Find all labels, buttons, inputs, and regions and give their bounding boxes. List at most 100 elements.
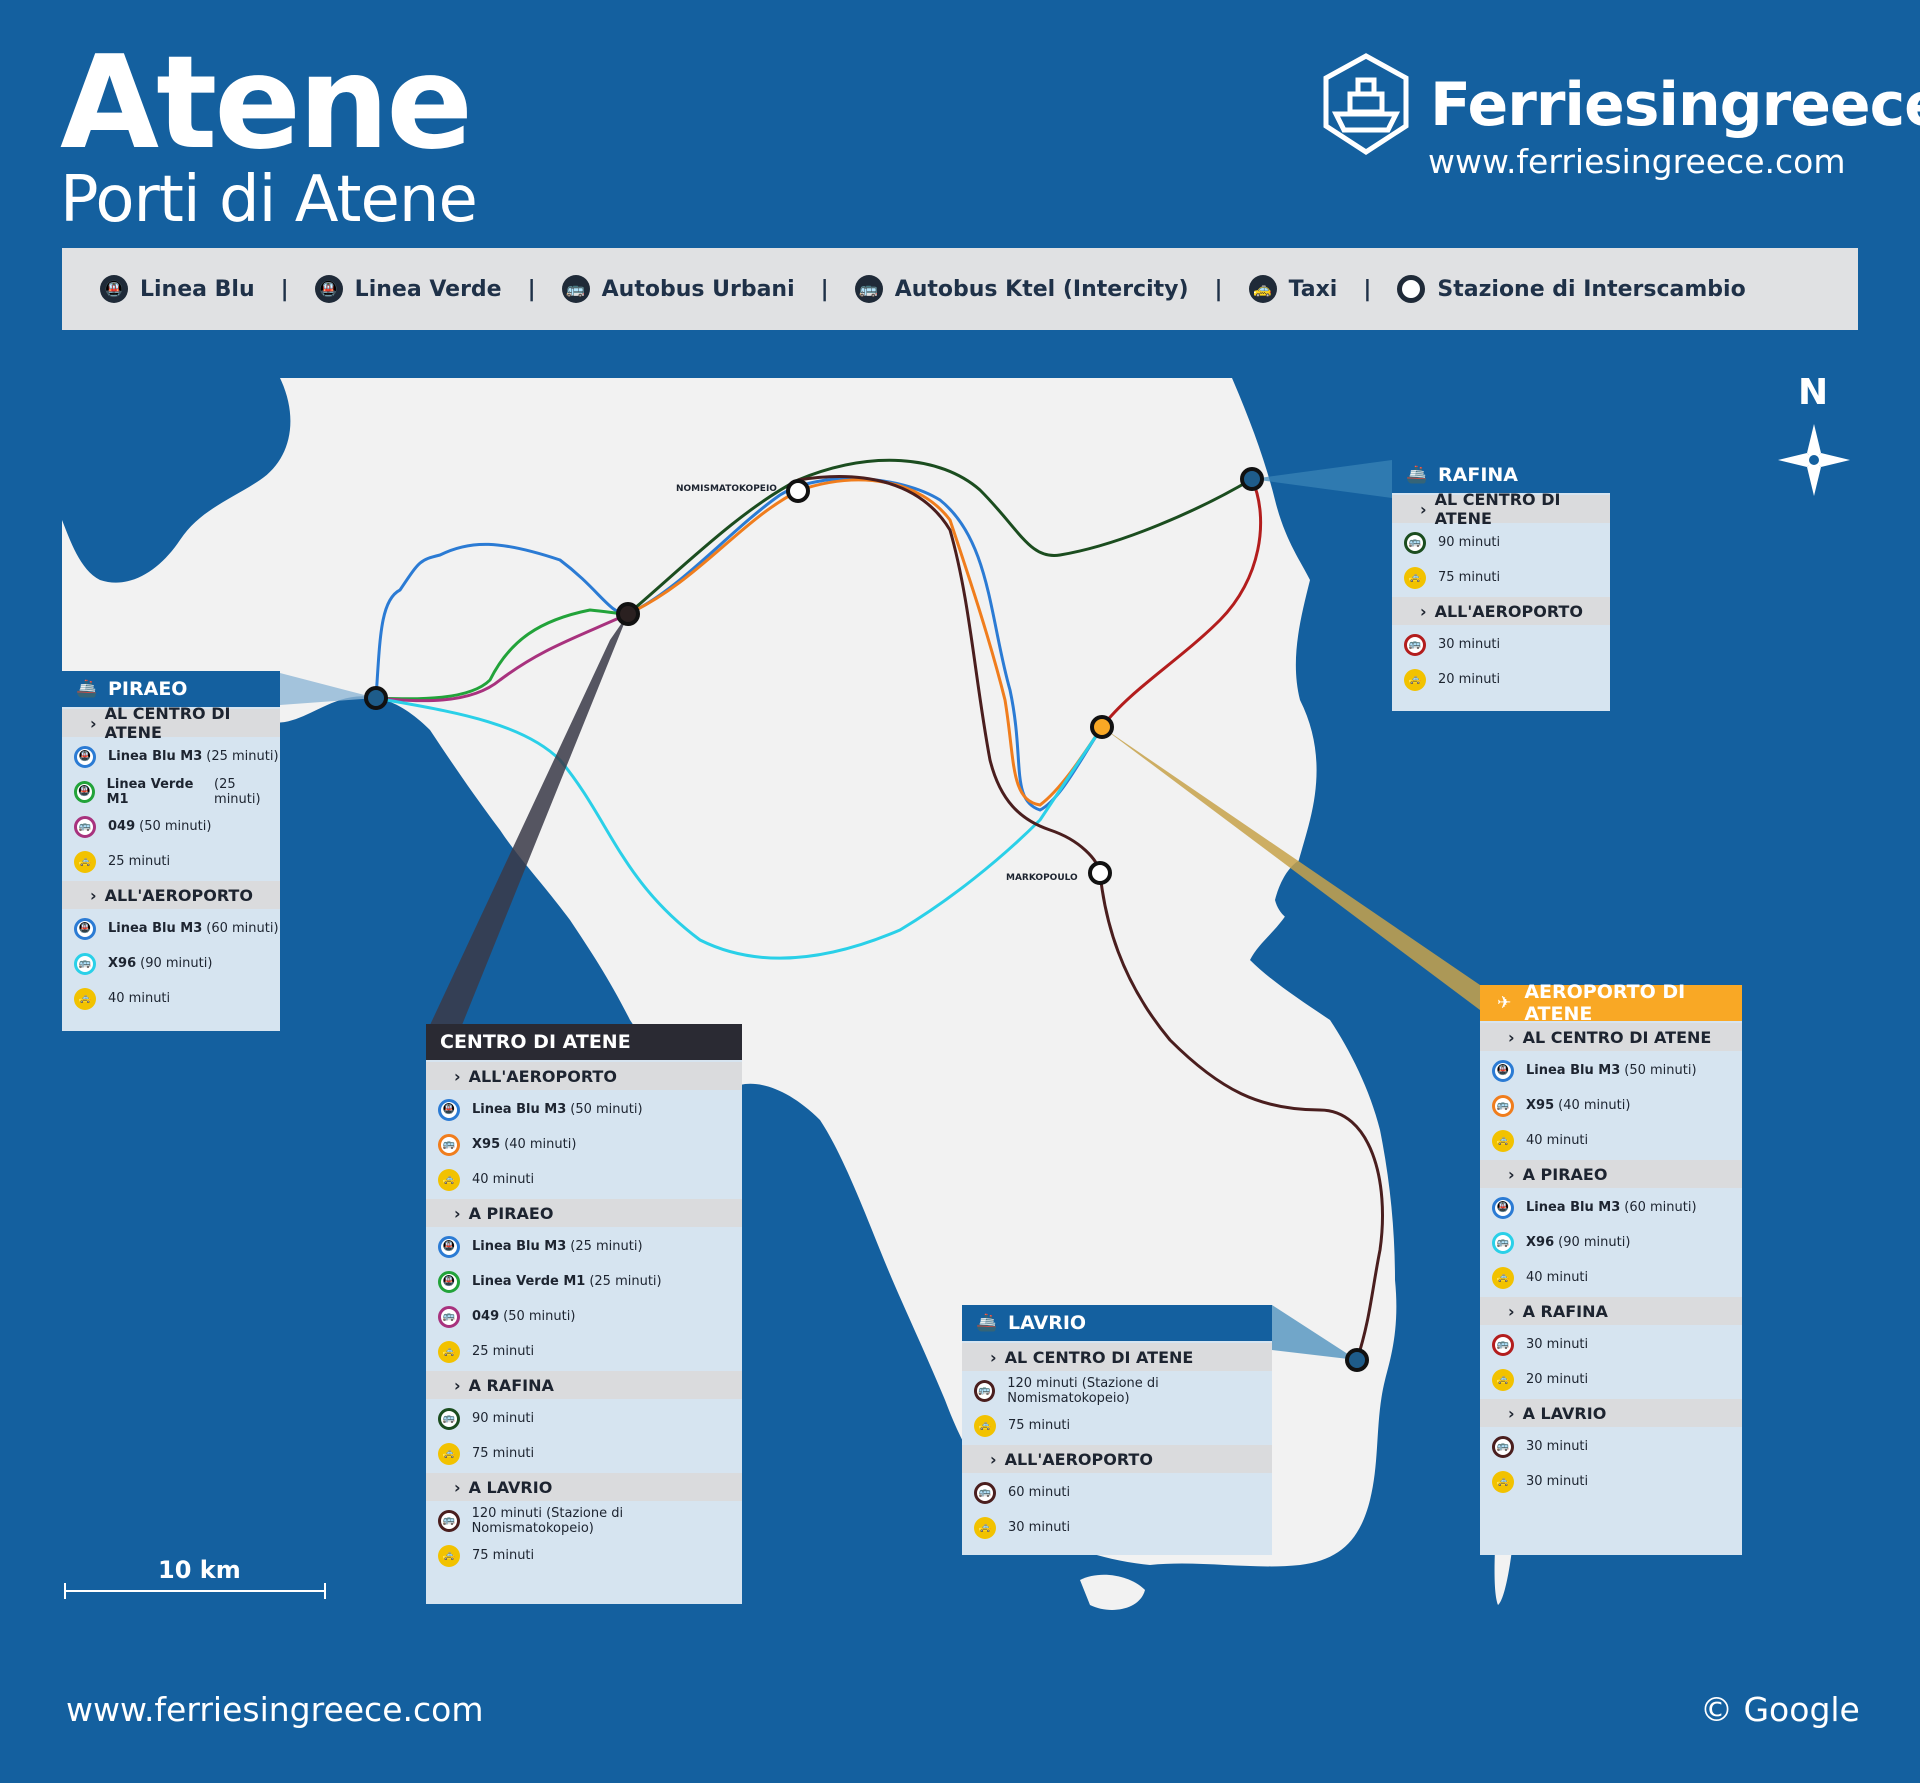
train-icon: 🚇	[1492, 1059, 1514, 1082]
route-duration: (25 minuti)	[589, 1274, 662, 1289]
legend-label: Stazione di Interscambio	[1437, 276, 1746, 302]
panel-row: 🚇 Linea Blu M3 (50 minuti)	[1480, 1053, 1742, 1088]
legend-item-taxi: 🚕 Taxi	[1248, 275, 1338, 303]
panel-row: 🚌 120 minuti (Stazione di Nomismatokopeio…	[962, 1373, 1272, 1408]
route-duration: (60 minuti)	[206, 921, 279, 936]
bus-icon: 🚌	[1404, 633, 1426, 656]
legend-item-autobus-ktel: 🚌 Autobus Ktel (Intercity)	[854, 275, 1189, 303]
panel-title-text: PIRAEO	[108, 678, 188, 700]
ship-icon: 🚢	[76, 679, 98, 699]
route-duration: 25 minuti	[108, 854, 171, 869]
route-duration: (50 minuti)	[1624, 1063, 1697, 1078]
panel-row: 🚌 X96 (90 minuti)	[62, 946, 280, 981]
panel-rafina: 🚢 RAFINA AL CENTRO DI ATENE 🚌 90 minuti 🚕 75 m…	[1392, 457, 1610, 711]
train-icon: 🚇	[74, 917, 96, 940]
bus-icon: 🚌	[74, 952, 96, 975]
page-title: Atene	[60, 29, 473, 178]
route-name: Linea Blu M3	[108, 921, 203, 936]
route-duration: 90 minuti	[1438, 535, 1501, 550]
scale-label: 10 km	[158, 1556, 241, 1584]
legend-item-stazione: Stazione di Interscambio	[1397, 275, 1746, 303]
bus-icon: 🚌	[854, 275, 883, 303]
panel-row: 🚇 Linea Verde M1 (25 minuti)	[62, 774, 280, 809]
station-ring-icon	[1397, 275, 1426, 303]
station-rafina	[1240, 467, 1264, 491]
route-duration: 30 minuti	[1526, 1474, 1589, 1489]
route-name: 049	[472, 1309, 500, 1324]
train-icon: 🚇	[1492, 1196, 1514, 1219]
panel-section-heading: ALL'AEROPORTO	[426, 1062, 742, 1090]
bus-icon: 🚌	[438, 1305, 460, 1328]
panel-row: 🚕 75 minuti	[962, 1408, 1272, 1443]
route-name: Linea Blu M3	[472, 1239, 567, 1254]
panel-row: 🚇 Linea Blu M3 (25 minuti)	[62, 739, 280, 774]
panel-row: 🚌 049 (50 minuti)	[62, 809, 280, 844]
taxi-icon: 🚕	[74, 987, 96, 1010]
bus-icon: 🚌	[1492, 1231, 1514, 1254]
taxi-icon: 🚕	[1404, 668, 1426, 691]
panel-centro: CENTRO DI ATENE ALL'AEROPORTO 🚇 Linea Blu M…	[426, 1024, 742, 1604]
panel-section-heading: AL CENTRO DI ATENE	[62, 704, 280, 742]
taxi-icon: 🚕	[974, 1516, 996, 1539]
panel-row: 🚕 75 minuti	[1392, 560, 1610, 595]
route-duration: 30 minuti	[1526, 1439, 1589, 1454]
bus-icon: 🚌	[1492, 1435, 1514, 1458]
train-icon: 🚇	[314, 275, 343, 303]
compass-icon	[1778, 424, 1850, 496]
island-south	[1080, 1574, 1145, 1610]
brand-url[interactable]: www.ferriesingreece.com	[1428, 142, 1845, 181]
taxi-icon: 🚕	[438, 1340, 460, 1363]
panel-section-heading: A RAFINA	[1480, 1297, 1742, 1325]
route-duration: (90 minuti)	[140, 956, 213, 971]
route-duration: 75 minuti	[472, 1446, 535, 1461]
route-duration: (40 minuti)	[1558, 1098, 1631, 1113]
taxi-icon: 🚕	[974, 1414, 996, 1437]
scale-tick	[64, 1583, 66, 1599]
panel-section-heading: A PIRAEO	[426, 1199, 742, 1227]
taxi-icon: 🚕	[438, 1442, 460, 1465]
panel-title: 🚢 PIRAEO	[62, 671, 280, 707]
footer-url[interactable]: www.ferriesingreece.com	[66, 1690, 483, 1729]
train-icon: 🚇	[438, 1098, 460, 1121]
brand-name: Ferriesingreece	[1430, 70, 1920, 140]
panel-section-heading: ALL'AEROPORTO	[962, 1445, 1272, 1473]
panel-row: 🚕 40 minuti	[1480, 1123, 1742, 1158]
ferry-logo-icon	[1323, 53, 1409, 155]
taxi-icon: 🚕	[1492, 1368, 1514, 1391]
panel-row: 🚕 30 minuti	[962, 1510, 1272, 1545]
panel-aeroporto: ✈ AEROPORTO DI ATENEAL CENTRO DI ATENE 🚇 Li…	[1480, 981, 1742, 1555]
route-name: Linea Verde M1	[472, 1274, 586, 1289]
station-label-markopoulo: MARKOPOULO	[1006, 873, 1078, 883]
taxi-icon: 🚕	[438, 1168, 460, 1191]
station-lavrio	[1345, 1348, 1369, 1372]
legend-separator: |	[280, 276, 289, 302]
panel-title: ✈ AEROPORTO DI ATENE	[1480, 981, 1742, 1025]
panel-title-text: RAFINA	[1438, 464, 1518, 486]
taxi-icon: 🚕	[1492, 1266, 1514, 1289]
panel-row: 🚌 90 minuti	[426, 1401, 742, 1436]
route-name: X96	[108, 956, 137, 971]
route-duration: 75 minuti	[472, 1548, 535, 1563]
page-subtitle: Porti di Atene	[60, 163, 478, 237]
legend-label: Taxi	[1288, 276, 1338, 302]
panel-row: 🚇 Linea Blu M3 (60 minuti)	[1480, 1190, 1742, 1225]
panel-piraeo: 🚢 PIRAEO AL CENTRO DI ATENE🚇Linea Blu M3(2…	[62, 671, 280, 1031]
route-duration: 75 minuti	[1008, 1418, 1071, 1433]
panel-title: 🚢 LAVRIO	[962, 1305, 1272, 1341]
route-duration: 40 minuti	[108, 991, 171, 1006]
route-duration: 120 minuti (Stazione di Nomismatokopeio)	[1007, 1375, 1159, 1406]
station-centro	[616, 602, 640, 626]
panel-row: 🚇 Linea Blu M3 (50 minuti)	[426, 1092, 742, 1127]
route-duration: 30 minuti	[1008, 1520, 1071, 1535]
route-duration: 25 minuti	[472, 1344, 535, 1359]
train-icon: 🚇	[74, 780, 95, 803]
bus-icon: 🚌	[561, 275, 590, 303]
route-duration: 40 minuti	[1526, 1270, 1589, 1285]
bus-icon: 🚌	[438, 1407, 460, 1430]
route-duration: (60 minuti)	[1624, 1200, 1697, 1215]
panel-row: 🚌 X95 (40 minuti)	[1480, 1088, 1742, 1123]
legend-label: Autobus Ktel (Intercity)	[894, 276, 1189, 302]
bus-icon: 🚌	[438, 1133, 460, 1156]
plane-icon: ✈	[1497, 993, 1512, 1013]
panel-section-heading: A RAFINA	[426, 1371, 742, 1399]
